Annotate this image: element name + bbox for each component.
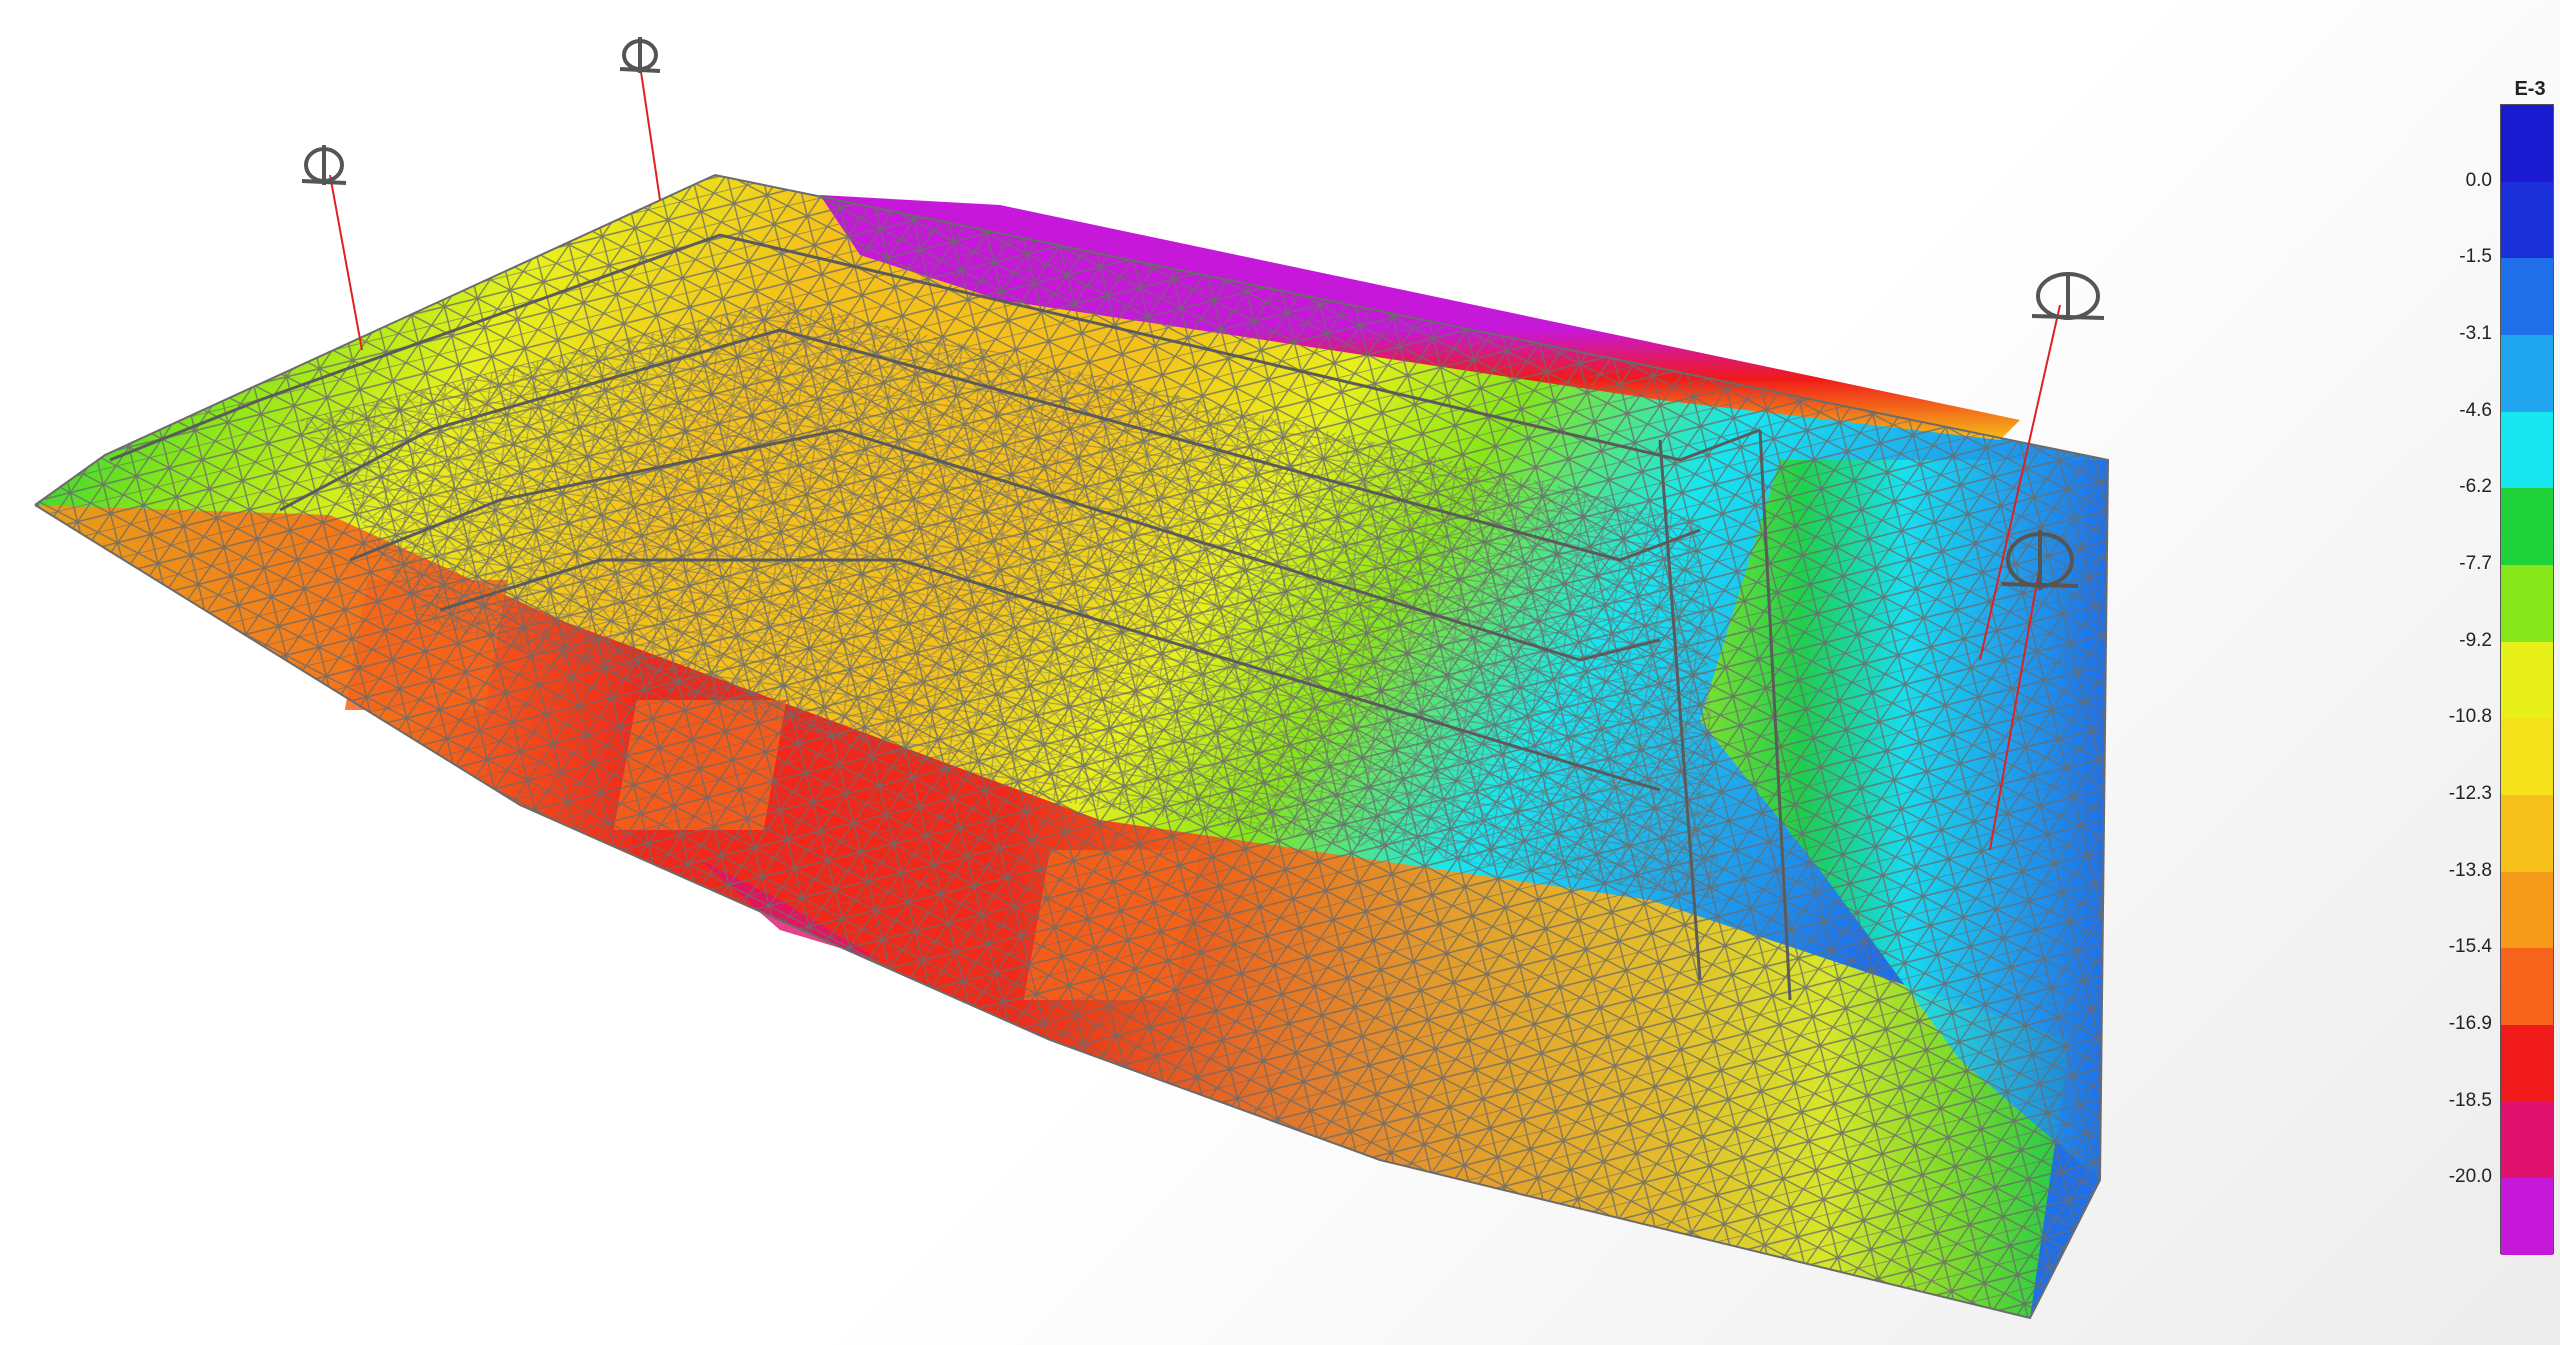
support-2[interactable] [619,37,661,201]
legend-swatch [2501,1101,2553,1179]
legend-tick-label: -13.8 [2448,859,2492,881]
legend-tick-label: -10.8 [2448,706,2492,728]
legend-tick-label: -4.6 [2459,399,2492,421]
legend-swatch [2501,641,2553,719]
legend-tick-label: -16.9 [2448,1013,2492,1034]
model-viewport[interactable] [0,0,2560,1345]
legend-swatch [2501,105,2553,182]
legend-swatch [2501,181,2553,259]
legend-swatch [2501,948,2553,1025]
legend-tick-label: 0.0 [2465,169,2492,191]
legend-unit: E-3 [2514,78,2546,100]
legend-tick-label: -6.2 [2459,476,2492,498]
legend-swatch [2501,335,2553,412]
color-legend: E-3 0.0 -1.5 -3.1 -4.6 -6.2 -7.7 -9.2 -10.8 -12.… [2449,78,2560,1268]
legend-color-bar [2500,104,2554,1255]
legend-swatch [2501,795,2553,872]
legend-tick-label: -20.0 [2448,1166,2492,1188]
legend-swatch [2501,1025,2553,1102]
legend-swatch [2501,718,2553,795]
legend-tick-label: -18.5 [2448,1089,2492,1111]
support-spring-icon [619,37,661,73]
legend-swatch [2501,488,2553,565]
legend-swatch [2501,871,2553,949]
fem-model [34,37,2110,1320]
legend-swatch [2501,258,2553,335]
legend-tick-label: -1.5 [2459,246,2492,268]
legend-swatch [2501,411,2553,489]
legend-swatch [2501,1178,2553,1255]
slab-body [34,173,2110,1320]
legend-tick-label: -9.2 [2459,629,2492,651]
legend-tick-label: -15.4 [2448,936,2492,958]
legend-tick-label: -3.1 [2459,323,2492,344]
support-1[interactable] [301,145,363,351]
support-spring-icon [301,145,347,185]
legend-tick-label: -12.3 [2448,783,2492,804]
legend-swatch [2501,565,2553,642]
support-spring-icon [2031,272,2105,320]
legend-tick-label: -7.7 [2459,553,2492,574]
